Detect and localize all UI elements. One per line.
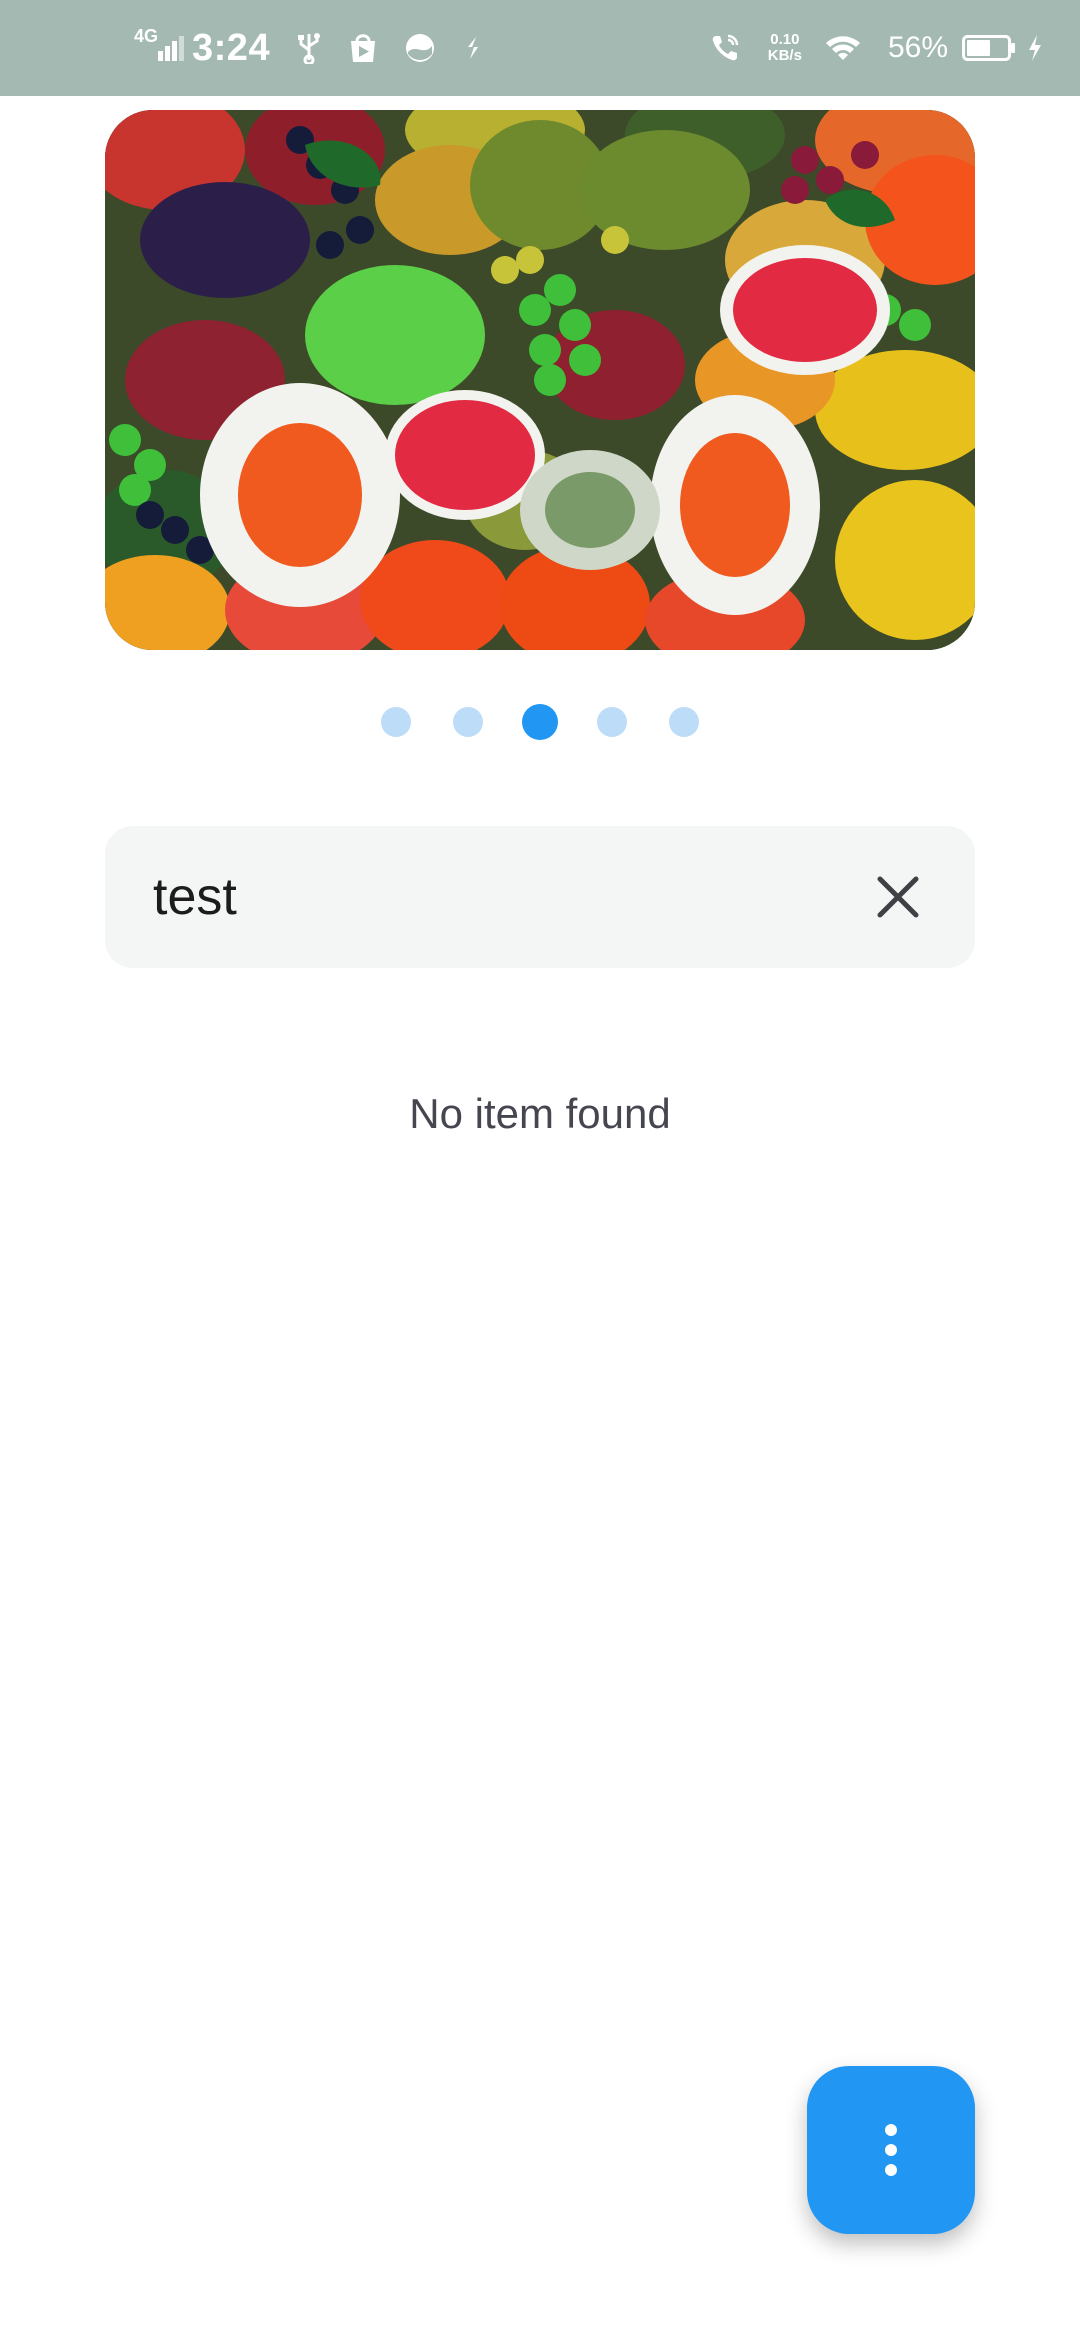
more-vertical-icon bbox=[885, 2120, 897, 2180]
usb-icon bbox=[298, 33, 321, 64]
charging-icon bbox=[1029, 35, 1041, 61]
network-type: 4G bbox=[134, 25, 159, 46]
signal-bars-icon bbox=[158, 36, 185, 61]
page-dot-5[interactable] bbox=[669, 707, 699, 737]
signal-icon: 4G bbox=[134, 26, 186, 63]
carousel-pagination bbox=[0, 704, 1080, 740]
page-dot-4[interactable] bbox=[597, 707, 627, 737]
clear-search-button[interactable] bbox=[869, 868, 927, 926]
sync-icon bbox=[468, 37, 479, 59]
circle-app-icon bbox=[406, 34, 435, 62]
carousel-banner-image[interactable] bbox=[105, 110, 975, 650]
fruit-image bbox=[105, 110, 975, 650]
status-time: 3:24 bbox=[192, 26, 271, 69]
page-dot-2[interactable] bbox=[453, 707, 483, 737]
speed-unit: KB/s bbox=[767, 47, 802, 64]
search-input[interactable] bbox=[153, 826, 853, 968]
battery-icon bbox=[962, 35, 1015, 61]
wifi-call-icon bbox=[712, 34, 739, 61]
network-speed: 0.10 KB/s bbox=[768, 32, 802, 64]
page-dot-3-active[interactable] bbox=[522, 704, 558, 740]
wifi-icon bbox=[825, 36, 860, 60]
status-bar: 4G 3:24 0.10 KB/s 56% bbox=[0, 0, 1080, 96]
status-bar-right: 0.10 KB/s 56% bbox=[710, 0, 1044, 96]
page-dot-1[interactable] bbox=[381, 707, 411, 737]
empty-results-message: No item found bbox=[409, 1090, 671, 1137]
status-bar-left: 4G 3:24 bbox=[134, 0, 510, 96]
search-box bbox=[105, 826, 975, 968]
more-options-fab[interactable] bbox=[807, 2066, 975, 2234]
store-icon bbox=[351, 34, 376, 62]
speed-value: 0.10 bbox=[770, 31, 800, 48]
battery-percent: 56% bbox=[887, 31, 948, 64]
close-icon bbox=[877, 876, 919, 918]
